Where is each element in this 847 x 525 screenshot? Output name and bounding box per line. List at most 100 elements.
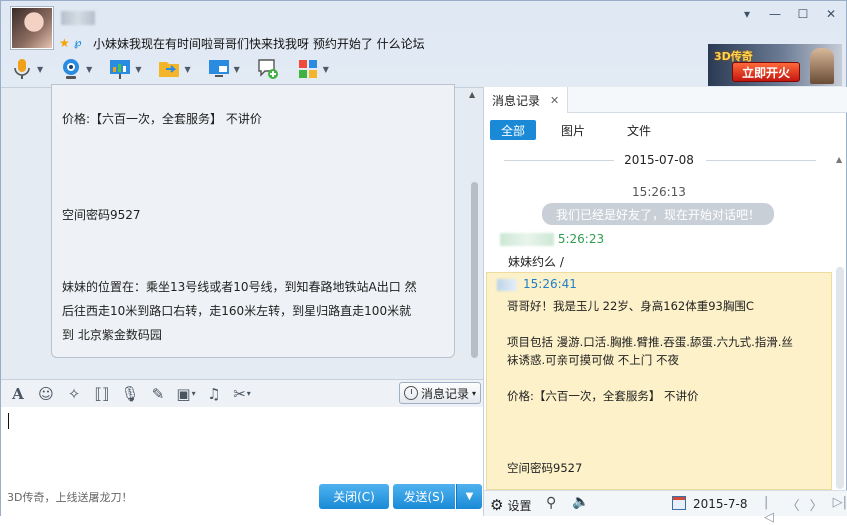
font-icon[interactable]: A [9, 385, 27, 403]
chevron-down-icon[interactable]: ▼ [135, 65, 141, 74]
scrollbar-thumb[interactable] [471, 182, 478, 358]
shake-icon[interactable]: ✧ [65, 385, 83, 403]
chat-line: 价格:【六百一次，全套服务】 不讲价 [62, 112, 262, 126]
calendar-icon[interactable] [672, 496, 686, 510]
scrollbar-thumb[interactable] [836, 267, 844, 489]
image-icon[interactable]: ▣ [176, 385, 195, 403]
filter-images[interactable]: 图片 [550, 120, 596, 140]
remote-assist-button[interactable]: ▼ [105, 55, 144, 83]
minimize-icon[interactable]: — [768, 7, 782, 21]
gear-icon: ⚙ [490, 496, 504, 514]
date-header: 2015-07-08 [624, 153, 694, 167]
history-footer: ⚙ 设置 ⚲ 🔈 2015-7-8 |◁ 〈 〉 ▷| [484, 490, 847, 525]
chat-line: 到 北京紫金数码园 [62, 328, 162, 342]
apps-button[interactable]: ▼ [293, 55, 332, 83]
video-call-button[interactable]: ▼ [56, 55, 95, 83]
qzone-icon[interactable]: ℘ [74, 36, 82, 49]
chevron-down-icon[interactable]: ▾ [740, 7, 754, 21]
contact-signature: 小妹妹我现在有时间啦哥哥们快来找我呀 预约开始了 什么论坛 [93, 37, 425, 51]
chevron-down-icon[interactable]: ▼ [323, 65, 329, 74]
history-date[interactable]: 2015-7-8 [693, 497, 747, 511]
ad-fire-button[interactable]: 立即开火 [732, 62, 800, 82]
screenshot-scissors-icon[interactable]: ✂ [233, 385, 251, 403]
message-sender: 15:26:41 [497, 277, 831, 291]
system-message: 我们已经是好友了，现在开始对话吧！ [542, 203, 774, 225]
music-icon[interactable]: ♫ [205, 385, 223, 403]
send-options-button[interactable]: ▼ [456, 484, 482, 509]
screen-share-button[interactable]: ▼ [204, 55, 243, 83]
apps-grid-icon [298, 60, 317, 78]
history-list: 2015-07-08 15:26:13 我们已经是好友了，现在开始对话吧！ 5:… [484, 149, 834, 491]
message-history-label: 消息记录 [421, 386, 470, 401]
promo-link[interactable]: 3D传奇，上线送屠龙刀！ [7, 489, 132, 505]
presentation-icon [110, 60, 131, 79]
tab-message-history[interactable]: 消息记录 ✕ [484, 87, 569, 113]
doodle-icon[interactable]: ✎ [149, 385, 167, 403]
next-page-icon[interactable]: 〉 [810, 495, 823, 525]
chat-line [62, 179, 444, 203]
scroll-up-icon[interactable]: ▲ [836, 155, 842, 164]
message-line: 哥哥好！我是玉儿 22岁、身高162体重93胸围C [507, 299, 754, 313]
message-line: 空间密码9527 [507, 461, 583, 475]
message-history-button[interactable]: 消息记录 ▾ [399, 382, 481, 404]
scroll-up-icon[interactable]: ▲ [469, 90, 475, 99]
message-input[interactable] [1, 407, 483, 483]
settings-label: 设置 [507, 498, 532, 513]
message-sender: 5:26:23 [500, 232, 604, 246]
message-line [507, 441, 807, 459]
chat-scrollbar[interactable]: ▲ [467, 88, 481, 378]
ad-character-image [810, 48, 834, 84]
message-text: 妹妹约么 / [508, 255, 564, 269]
close-button[interactable]: 关闭(C) [319, 484, 389, 509]
filter-all[interactable]: 全部 [490, 120, 537, 140]
message-body: 哥哥好！我是玉儿 22岁、身高162体重93胸围C 项目包括 漫游.口活.胸推.臂… [507, 297, 807, 477]
monitor-icon [208, 60, 229, 77]
message-line [507, 369, 807, 387]
chat-message-area: 价格:【六百一次，全套服务】 不讲价 空间密码9527 妹妹的位置在：乘坐13号线或… [1, 84, 483, 379]
chat-line: 后往西走10米到路口右转，走160米左转，到星归路直走100米就 [62, 304, 412, 318]
message-line: 价格:【六百一次，全套服务】 不讲价 [507, 389, 699, 403]
history-panel: 消息记录 ✕ 全部 图片 文件 2015-07-08 15:26:13 我们已经… [483, 87, 847, 525]
create-group-button[interactable] [253, 55, 283, 83]
voice-message-icon[interactable]: 🎙 [120, 385, 139, 403]
history-navigation: |◁ 〈 〉 ▷| [764, 495, 847, 525]
chevron-down-icon[interactable]: ▼ [184, 65, 190, 74]
highlighted-message: 15:26:41 哥哥好！我是玉儿 22岁、身高162体重93胸围C 项目包括 漫… [486, 272, 832, 490]
contact-nickname [61, 11, 95, 25]
webcam-icon [63, 59, 80, 79]
last-page-icon[interactable]: ▷| [833, 495, 847, 525]
toolbar: ▼ ▼ ▼ ▼ ▼ ▼ [7, 55, 332, 83]
sender-name [497, 278, 517, 291]
settings-button[interactable]: ⚙ 设置 [490, 496, 531, 514]
vibrate-icon[interactable]: ⟦⟧ [93, 385, 111, 403]
speaker-icon[interactable]: 🔈 [572, 494, 589, 510]
filter-files[interactable]: 文件 [616, 120, 662, 140]
send-button[interactable]: 发送(S) [393, 484, 455, 509]
chevron-down-icon[interactable]: ▼ [86, 65, 92, 74]
chevron-down-icon: ▾ [472, 388, 477, 398]
tab-label: 消息记录 [492, 93, 541, 108]
avatar[interactable] [11, 7, 53, 49]
close-icon[interactable]: ✕ [824, 7, 838, 21]
emoji-icon[interactable]: ☺ [37, 385, 55, 403]
chevron-down-icon[interactable]: ▼ [37, 65, 43, 74]
chat-add-icon [258, 59, 278, 79]
chevron-down-icon[interactable]: ▼ [234, 65, 240, 74]
search-icon[interactable]: ⚲ [546, 495, 556, 511]
history-scrollbar[interactable]: ▲ [834, 149, 846, 491]
close-icon[interactable]: ✕ [550, 94, 559, 107]
chat-line [62, 227, 444, 251]
send-file-button[interactable]: ▼ [154, 55, 193, 83]
message-line [507, 405, 807, 423]
game-ad-banner[interactable]: 3D传奇 立即开火 [708, 44, 842, 86]
history-filters: 全部 图片 文件 [490, 120, 678, 140]
clock-icon [404, 386, 418, 400]
chat-line [62, 251, 444, 275]
prev-page-icon[interactable]: 〈 [787, 495, 800, 525]
voice-call-button[interactable]: ▼ [7, 55, 46, 83]
message-time: 5:26:23 [557, 232, 605, 246]
maximize-icon[interactable]: ☐ [796, 7, 810, 21]
bottom-bar: 3D传奇，上线送屠龙刀！ 关闭(C) 发送(S) ▼ [1, 483, 483, 516]
microphone-icon [14, 59, 30, 79]
first-page-icon[interactable]: |◁ [764, 495, 777, 525]
